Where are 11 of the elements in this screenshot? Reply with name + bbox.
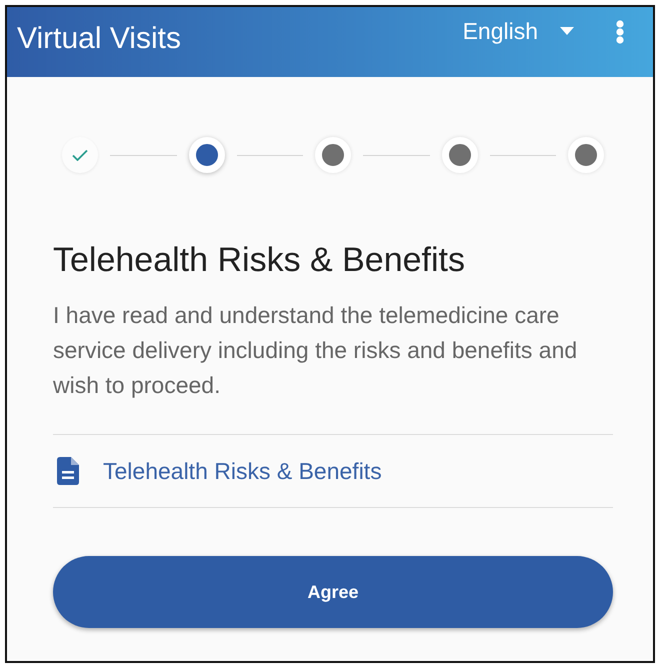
agree-button[interactable]: Agree xyxy=(53,556,613,628)
consent-text: I have read and understand the telemedicine care service delivery including the risks and benefits and wish to proceed. xyxy=(53,301,578,400)
page-heading: Telehealth Risks & Benefits xyxy=(53,240,466,280)
caret-down-icon xyxy=(560,27,574,35)
more-vertical-icon xyxy=(616,20,624,44)
more-menu-button[interactable] xyxy=(616,20,624,44)
document-link[interactable]: Telehealth Risks & Benefits xyxy=(103,458,382,484)
document-icon xyxy=(57,457,79,485)
app-title: Virtual Visits xyxy=(17,22,182,56)
language-dropdown[interactable]: English xyxy=(462,18,574,44)
check-icon xyxy=(72,149,88,161)
